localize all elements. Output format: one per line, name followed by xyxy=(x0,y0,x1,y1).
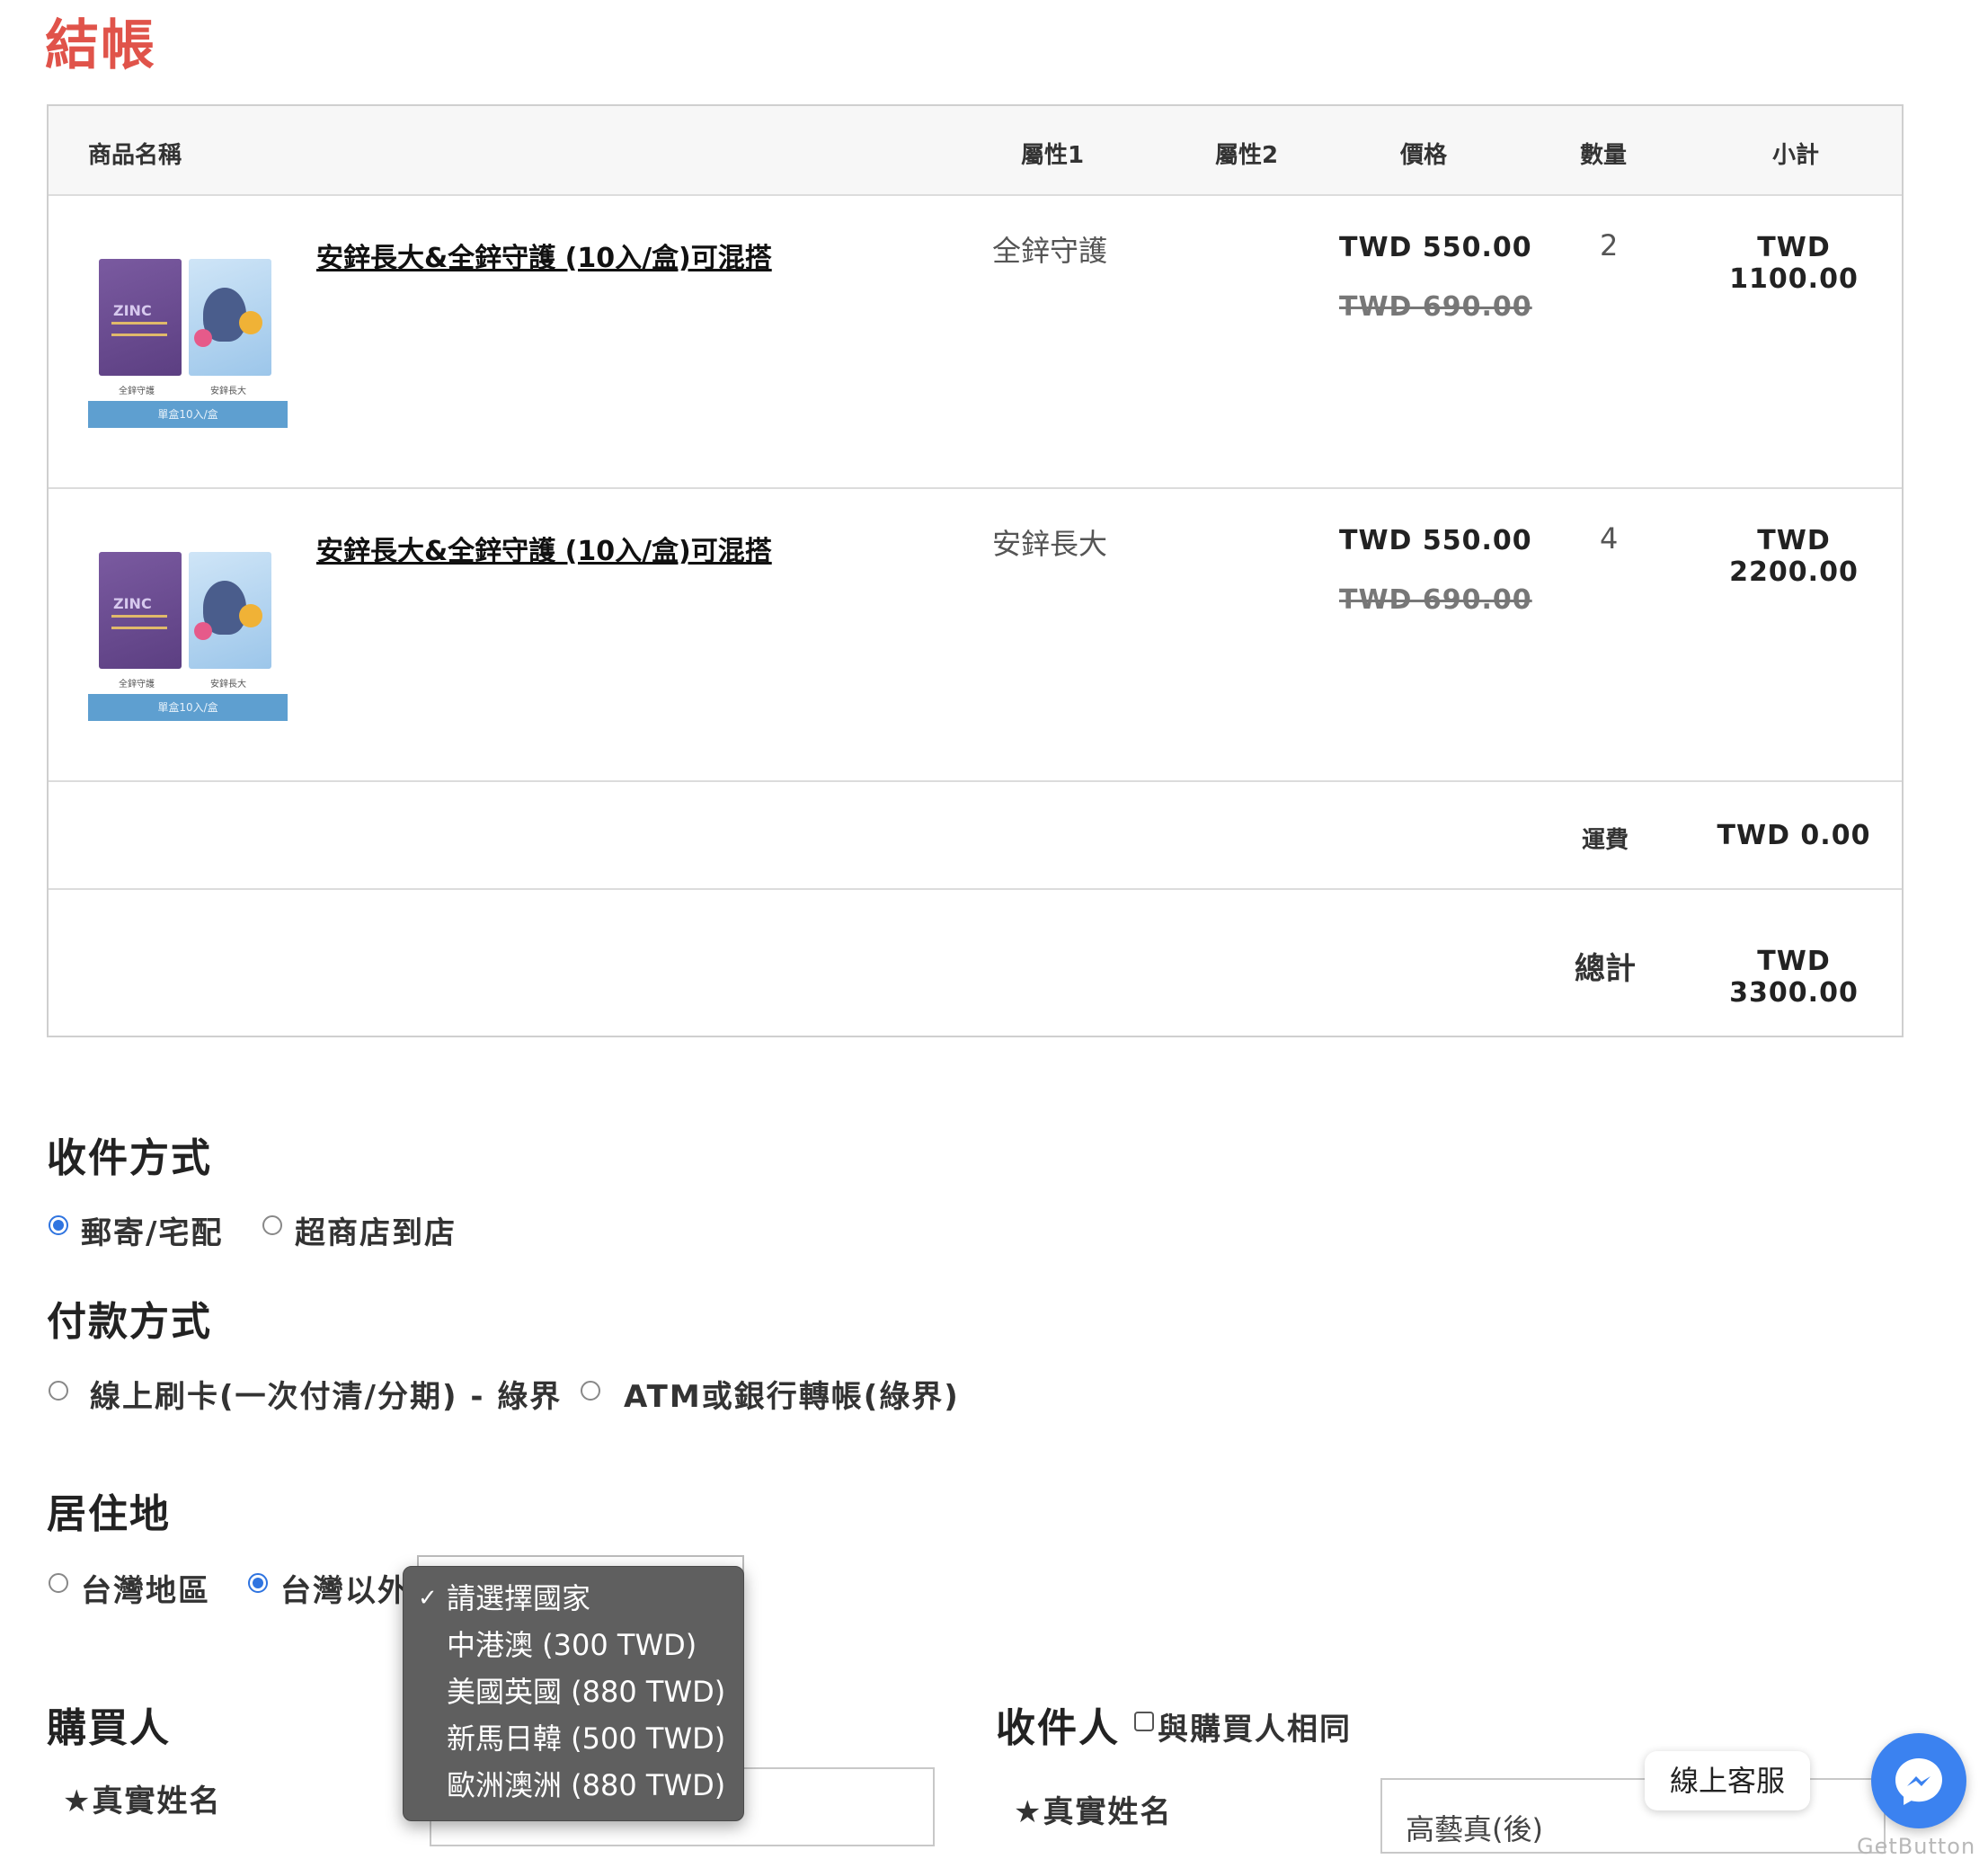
delivery-radio-mail[interactable] xyxy=(49,1215,68,1235)
zinc-box-image: ZINC xyxy=(99,259,182,376)
kids-box-image xyxy=(189,259,271,376)
total-row: 總計 TWD 3300.00 xyxy=(49,890,1902,1037)
residence-radio-overseas[interactable] xyxy=(248,1573,268,1593)
product-price: TWD 550.00 xyxy=(1339,525,1532,556)
recipient-name-label: ★真實姓名 xyxy=(1014,1794,1173,1830)
product-subtotal: TWD 1100.00 xyxy=(1729,232,1859,295)
residence-radio-taiwan[interactable] xyxy=(49,1573,68,1593)
residence-label-overseas[interactable]: 台灣以外 xyxy=(280,1566,410,1610)
header-attr2: 屬性2 xyxy=(1215,142,1279,169)
buyer-heading: 購買人 xyxy=(47,1705,171,1751)
payment-heading: 付款方式 xyxy=(47,1299,212,1345)
product-subtotal: TWD 2200.00 xyxy=(1729,525,1859,588)
kids-box-image xyxy=(189,552,271,669)
same-as-buyer-checkbox[interactable] xyxy=(1134,1712,1154,1731)
country-option[interactable]: 美國英國 (880 TWD) xyxy=(447,1669,725,1711)
recipient-name-value: 高藝真(後) xyxy=(1406,1812,1543,1846)
payment-label-card[interactable]: 線上刷卡(一次付清/分期) - 綠界 xyxy=(90,1372,562,1416)
delivery-radio-store[interactable] xyxy=(262,1215,282,1235)
delivery-label-store[interactable]: 超商店到店 xyxy=(295,1208,457,1252)
product-qty: 4 xyxy=(1600,521,1619,556)
cart-table-header: 商品名稱 屬性1 屬性2 價格 數量 小計 xyxy=(49,106,1902,196)
product-image[interactable]: ZINC 全鋅守護 安鋅長大 單盒10入/盒 xyxy=(88,543,288,723)
product-attr1: 全鋅守護 xyxy=(992,234,1108,268)
image-caption-left: 全鋅守護 xyxy=(119,387,155,396)
product-name-link[interactable]: 安鋅長大&全鋅守護 (10入/盒)可混搭 xyxy=(316,236,772,275)
delivery-label-mail[interactable]: 郵寄/宅配 xyxy=(81,1208,223,1252)
header-qty: 數量 xyxy=(1580,142,1628,169)
country-option[interactable]: 請選擇國家 xyxy=(447,1576,590,1617)
residence-label-taiwan[interactable]: 台灣地區 xyxy=(81,1566,210,1610)
cart-row: ZINC 全鋅守護 安鋅長大 單盒10入/盒 安鋅長大&全鋅守護 (10入/盒)… xyxy=(49,489,1902,782)
messenger-chat-button[interactable] xyxy=(1871,1733,1966,1828)
image-caption-right: 安鋅長大 xyxy=(210,387,246,396)
country-option[interactable]: 中港澳 (300 TWD) xyxy=(447,1623,697,1664)
cart-table: 商品名稱 屬性1 屬性2 價格 數量 小計 ZINC 全鋅守護 安鋅長大 單盒1… xyxy=(47,104,1904,1037)
chat-label-bubble[interactable]: 線上客服 xyxy=(1645,1751,1810,1810)
header-attr1: 屬性1 xyxy=(1021,142,1085,169)
cart-row: ZINC 全鋅守護 安鋅長大 單盒10入/盒 安鋅長大&全鋅守護 (10入/盒)… xyxy=(49,196,1902,489)
messenger-icon xyxy=(1895,1758,1942,1805)
product-name-link[interactable]: 安鋅長大&全鋅守護 (10入/盒)可混搭 xyxy=(316,529,772,568)
header-price: 價格 xyxy=(1400,142,1448,169)
product-qty: 2 xyxy=(1600,228,1619,262)
header-subtotal: 小計 xyxy=(1772,142,1820,169)
delivery-heading: 收件方式 xyxy=(47,1135,212,1181)
total-value: TWD 3300.00 xyxy=(1729,946,1859,1009)
product-old-price: TWD 690.00 xyxy=(1339,584,1532,616)
country-dropdown-menu: ✓ 請選擇國家 中港澳 (300 TWD) 美國英國 (880 TWD) 新馬日… xyxy=(403,1566,744,1821)
product-image[interactable]: ZINC 全鋅守護 安鋅長大 單盒10入/盒 xyxy=(88,250,288,430)
zinc-box-image: ZINC xyxy=(99,552,182,669)
payment-radio-card[interactable] xyxy=(49,1381,68,1401)
product-price: TWD 550.00 xyxy=(1339,232,1532,263)
payment-radio-atm[interactable] xyxy=(581,1381,600,1401)
header-product-name: 商品名稱 xyxy=(88,142,182,169)
country-option[interactable]: 歐洲澳洲 (880 TWD) xyxy=(447,1763,725,1804)
total-label: 總計 xyxy=(1575,951,1636,987)
image-caption-right: 安鋅長大 xyxy=(210,680,246,689)
shipping-label: 運費 xyxy=(1582,827,1629,854)
buyer-name-label: ★真實姓名 xyxy=(63,1783,222,1819)
image-caption-left: 全鋅守護 xyxy=(119,680,155,689)
checkmark-icon: ✓ xyxy=(418,1585,438,1612)
country-option[interactable]: 新馬日韓 (500 TWD) xyxy=(447,1716,725,1757)
product-attr1: 安鋅長大 xyxy=(992,527,1108,561)
residence-heading: 居住地 xyxy=(47,1491,171,1537)
page-title: 結帳 xyxy=(45,14,156,77)
recipient-heading: 收件人 xyxy=(996,1705,1120,1751)
same-as-buyer-label[interactable]: 與購買人相同 xyxy=(1158,1704,1352,1748)
image-banner: 單盒10入/盒 xyxy=(88,401,288,428)
getbutton-brand: GetButton xyxy=(1857,1834,1976,1859)
shipping-value: TWD 0.00 xyxy=(1717,820,1871,851)
image-banner: 單盒10入/盒 xyxy=(88,694,288,721)
shipping-row: 運費 TWD 0.00 xyxy=(49,782,1902,890)
payment-label-atm[interactable]: ATM或銀行轉帳(綠界) xyxy=(624,1372,960,1416)
product-old-price: TWD 690.00 xyxy=(1339,291,1532,323)
